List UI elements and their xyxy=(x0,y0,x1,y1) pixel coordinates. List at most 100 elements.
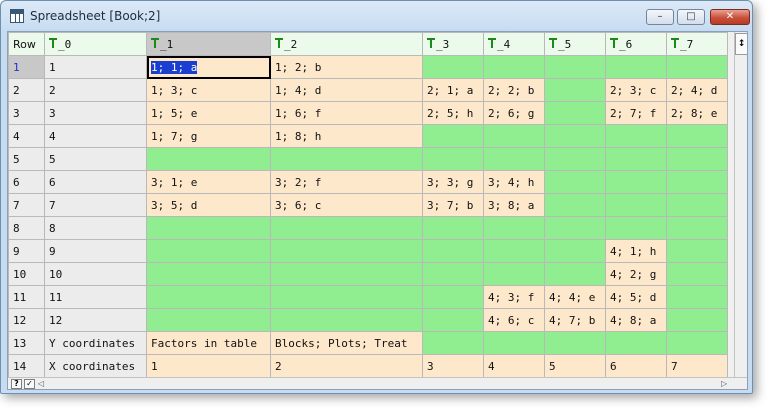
row-number[interactable]: 13 xyxy=(8,331,45,355)
grid-cell[interactable] xyxy=(422,308,484,332)
grid-cell[interactable]: 4; 4; e xyxy=(544,285,606,309)
grid-cell[interactable] xyxy=(422,262,484,286)
grid-cell[interactable]: 2; 7; f xyxy=(605,101,667,125)
row-label-cell[interactable]: 5 xyxy=(44,147,147,171)
grid-cell[interactable] xyxy=(544,147,606,171)
grid-cell[interactable] xyxy=(483,239,545,263)
grid-cell[interactable] xyxy=(544,239,606,263)
grid-cell[interactable]: 3; 1; e xyxy=(146,170,271,194)
grid-cell[interactable]: 4; 2; g xyxy=(605,262,667,286)
row-label-cell[interactable]: 1 xyxy=(44,55,147,79)
row-number[interactable]: 7 xyxy=(8,193,45,217)
row-label-cell[interactable]: 3 xyxy=(44,101,147,125)
row-number[interactable]: 4 xyxy=(8,124,45,148)
row-number[interactable]: 11 xyxy=(8,285,45,309)
grid-cell[interactable] xyxy=(605,216,667,240)
minimize-button[interactable]: – xyxy=(646,9,674,25)
column-header_7[interactable]: _7 xyxy=(666,32,728,56)
column-header_1[interactable]: _1 xyxy=(146,32,271,56)
grid-cell[interactable] xyxy=(544,262,606,286)
grid-cell[interactable] xyxy=(666,124,728,148)
column-header_6[interactable]: _6 xyxy=(605,32,667,56)
maximize-button[interactable]: □ xyxy=(677,9,705,25)
grid-cell[interactable] xyxy=(666,55,728,79)
active-cell[interactable]: 1; 1; a xyxy=(146,55,271,79)
grid-cell[interactable]: 4; 1; h xyxy=(605,239,667,263)
row-label-cell[interactable]: 4 xyxy=(44,124,147,148)
grid-cell[interactable]: 2; 4; d xyxy=(666,78,728,102)
grid-cell[interactable] xyxy=(270,262,423,286)
grid-cell[interactable] xyxy=(605,55,667,79)
grid-cell[interactable] xyxy=(270,147,423,171)
grid-cell[interactable] xyxy=(544,331,606,355)
grid-cell[interactable]: 6 xyxy=(605,354,667,378)
grid-cell[interactable] xyxy=(605,124,667,148)
grid-cell[interactable] xyxy=(422,147,484,171)
grid-cell[interactable]: 2; 8; e xyxy=(666,101,728,125)
grid-cell[interactable] xyxy=(605,331,667,355)
horizontal-scrollbar[interactable]: ? ✓ ◁ ▷ xyxy=(8,377,747,389)
grid-cell[interactable] xyxy=(544,170,606,194)
row-label-cell[interactable]: Y coordinates xyxy=(44,331,147,355)
grid-cell[interactable]: 3; 3; g xyxy=(422,170,484,194)
grid-cell[interactable]: 7 xyxy=(666,354,728,378)
grid-cell[interactable] xyxy=(146,308,271,332)
grid-cell[interactable] xyxy=(422,124,484,148)
grid-cell[interactable] xyxy=(666,170,728,194)
grid-cell[interactable]: 1; 3; c xyxy=(146,78,271,102)
grid-cell[interactable] xyxy=(270,216,423,240)
row-label-cell[interactable]: 6 xyxy=(44,170,147,194)
row-number[interactable]: 9 xyxy=(8,239,45,263)
row-number[interactable]: 3 xyxy=(8,101,45,125)
grid-cell[interactable]: 4; 6; c xyxy=(483,308,545,332)
column-header_2[interactable]: _2 xyxy=(270,32,423,56)
grid-cell[interactable] xyxy=(146,262,271,286)
grid-cell[interactable] xyxy=(483,216,545,240)
close-button[interactable]: ✕ xyxy=(710,9,750,25)
grid-cell[interactable] xyxy=(483,124,545,148)
grid-cell[interactable]: 1; 8; h xyxy=(270,124,423,148)
grid-cell[interactable]: 3; 5; d xyxy=(146,193,271,217)
grid-cell[interactable]: 1; 7; g xyxy=(146,124,271,148)
column-header_4[interactable]: _4 xyxy=(483,32,545,56)
vertical-scrollbar[interactable]: ↕ xyxy=(734,32,747,377)
grid-cell[interactable] xyxy=(422,55,484,79)
grid-cell[interactable] xyxy=(605,147,667,171)
grid-cell[interactable] xyxy=(270,308,423,332)
grid-cell[interactable]: 4; 3; f xyxy=(483,285,545,309)
row-number[interactable]: 8 xyxy=(8,216,45,240)
grid-cell[interactable]: 5 xyxy=(544,354,606,378)
row-label-cell[interactable]: 10 xyxy=(44,262,147,286)
grid-cell[interactable] xyxy=(666,262,728,286)
grid-cell[interactable] xyxy=(483,55,545,79)
grid-cell[interactable] xyxy=(544,101,606,125)
grid-cell[interactable]: 3; 4; h xyxy=(483,170,545,194)
grid-cell[interactable] xyxy=(146,239,271,263)
grid-cell[interactable]: 2 xyxy=(270,354,423,378)
row-label-cell[interactable]: X coordinates xyxy=(44,354,147,378)
grid-cell[interactable]: 3; 2; f xyxy=(270,170,423,194)
column-header_5[interactable]: _5 xyxy=(544,32,606,56)
scroll-right-arrow-icon[interactable]: ▷ xyxy=(721,379,727,388)
grid-cell[interactable]: 4 xyxy=(483,354,545,378)
grid-cell[interactable] xyxy=(666,147,728,171)
grid-cell[interactable] xyxy=(544,216,606,240)
row-label-cell[interactable]: 8 xyxy=(44,216,147,240)
column-header_0[interactable]: _0 xyxy=(44,32,147,56)
row-label-cell[interactable]: 7 xyxy=(44,193,147,217)
grid-cell[interactable] xyxy=(544,55,606,79)
grid-cell[interactable] xyxy=(544,78,606,102)
grid-cell[interactable]: 4; 8; a xyxy=(605,308,667,332)
grid-cell[interactable]: Blocks; Plots; Treat xyxy=(270,331,423,355)
column-header_3[interactable]: _3 xyxy=(422,32,484,56)
grid-cell[interactable] xyxy=(483,147,545,171)
row-number[interactable]: 14 xyxy=(8,354,45,378)
row-number[interactable]: 10 xyxy=(8,262,45,286)
grid-cell[interactable]: 3; 6; c xyxy=(270,193,423,217)
grid-cell[interactable] xyxy=(605,193,667,217)
grid-cell[interactable] xyxy=(422,239,484,263)
grid-cell[interactable]: 2; 3; c xyxy=(605,78,667,102)
row-label-cell[interactable]: 12 xyxy=(44,308,147,332)
grid-cell[interactable] xyxy=(666,285,728,309)
row-number[interactable]: 6 xyxy=(8,170,45,194)
